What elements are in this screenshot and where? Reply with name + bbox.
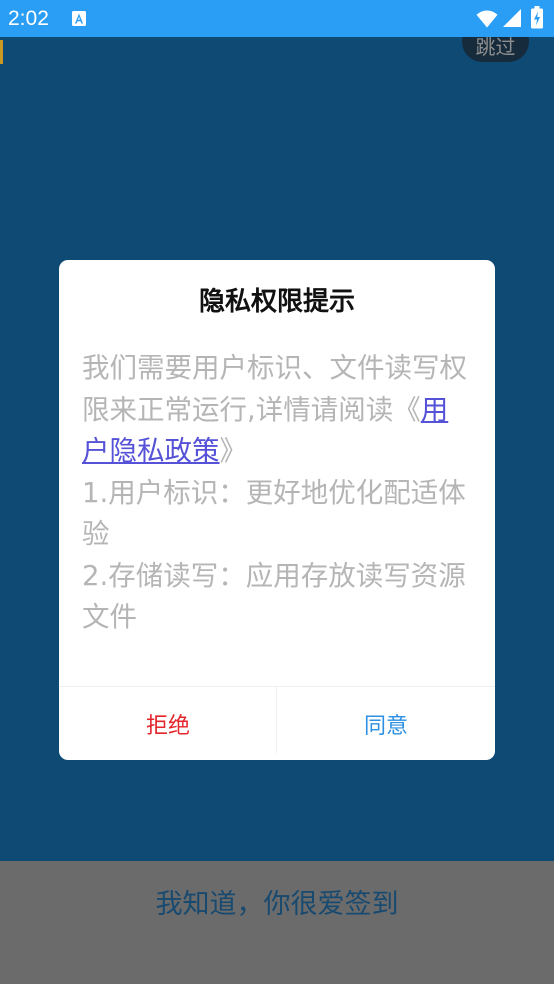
agree-button[interactable]: 同意 [277, 687, 495, 761]
permission-item-storage: 2.存储读写：应用存放读写资源文件 [82, 559, 466, 634]
edge-accent [0, 40, 3, 64]
dialog-intro: 我们需要用户标识、文件读写权限来正常运行,详情请阅读《用户隐私政策》 [82, 348, 474, 473]
dialog-body: 我们需要用户标识、文件读写权限来正常运行,详情请阅读《用户隐私政策》 1.用户标… [82, 348, 474, 639]
notification-a-icon [72, 11, 86, 26]
signal-icon [503, 9, 521, 27]
dialog-title: 隐私权限提示 [198, 287, 355, 317]
got-it-label: 我知道，你很爱签到 [155, 889, 399, 920]
reject-button[interactable]: 拒绝 [59, 687, 277, 761]
permission-item-identifier: 1.用户标识：更好地优化配适体验 [82, 476, 466, 551]
got-it-button[interactable]: 我知道，你很爱签到 [0, 861, 554, 984]
intro-text-end: 》 [219, 435, 248, 467]
intro-text: 我们需要用户标识、文件读写权限来正常运行,详情请阅读《 [82, 352, 467, 426]
dialog-footer: 拒绝 同意 [59, 686, 495, 761]
battery-charging-icon [531, 6, 543, 29]
wifi-icon [476, 9, 498, 28]
status-time: 2:02 [8, 7, 49, 30]
status-bar: 2:02 [0, 0, 554, 37]
footer-divider [276, 687, 277, 753]
privacy-dialog: 隐私权限提示 我们需要用户标识、文件读写权限来正常运行,详情请阅读《用户隐私政策… [59, 260, 495, 760]
